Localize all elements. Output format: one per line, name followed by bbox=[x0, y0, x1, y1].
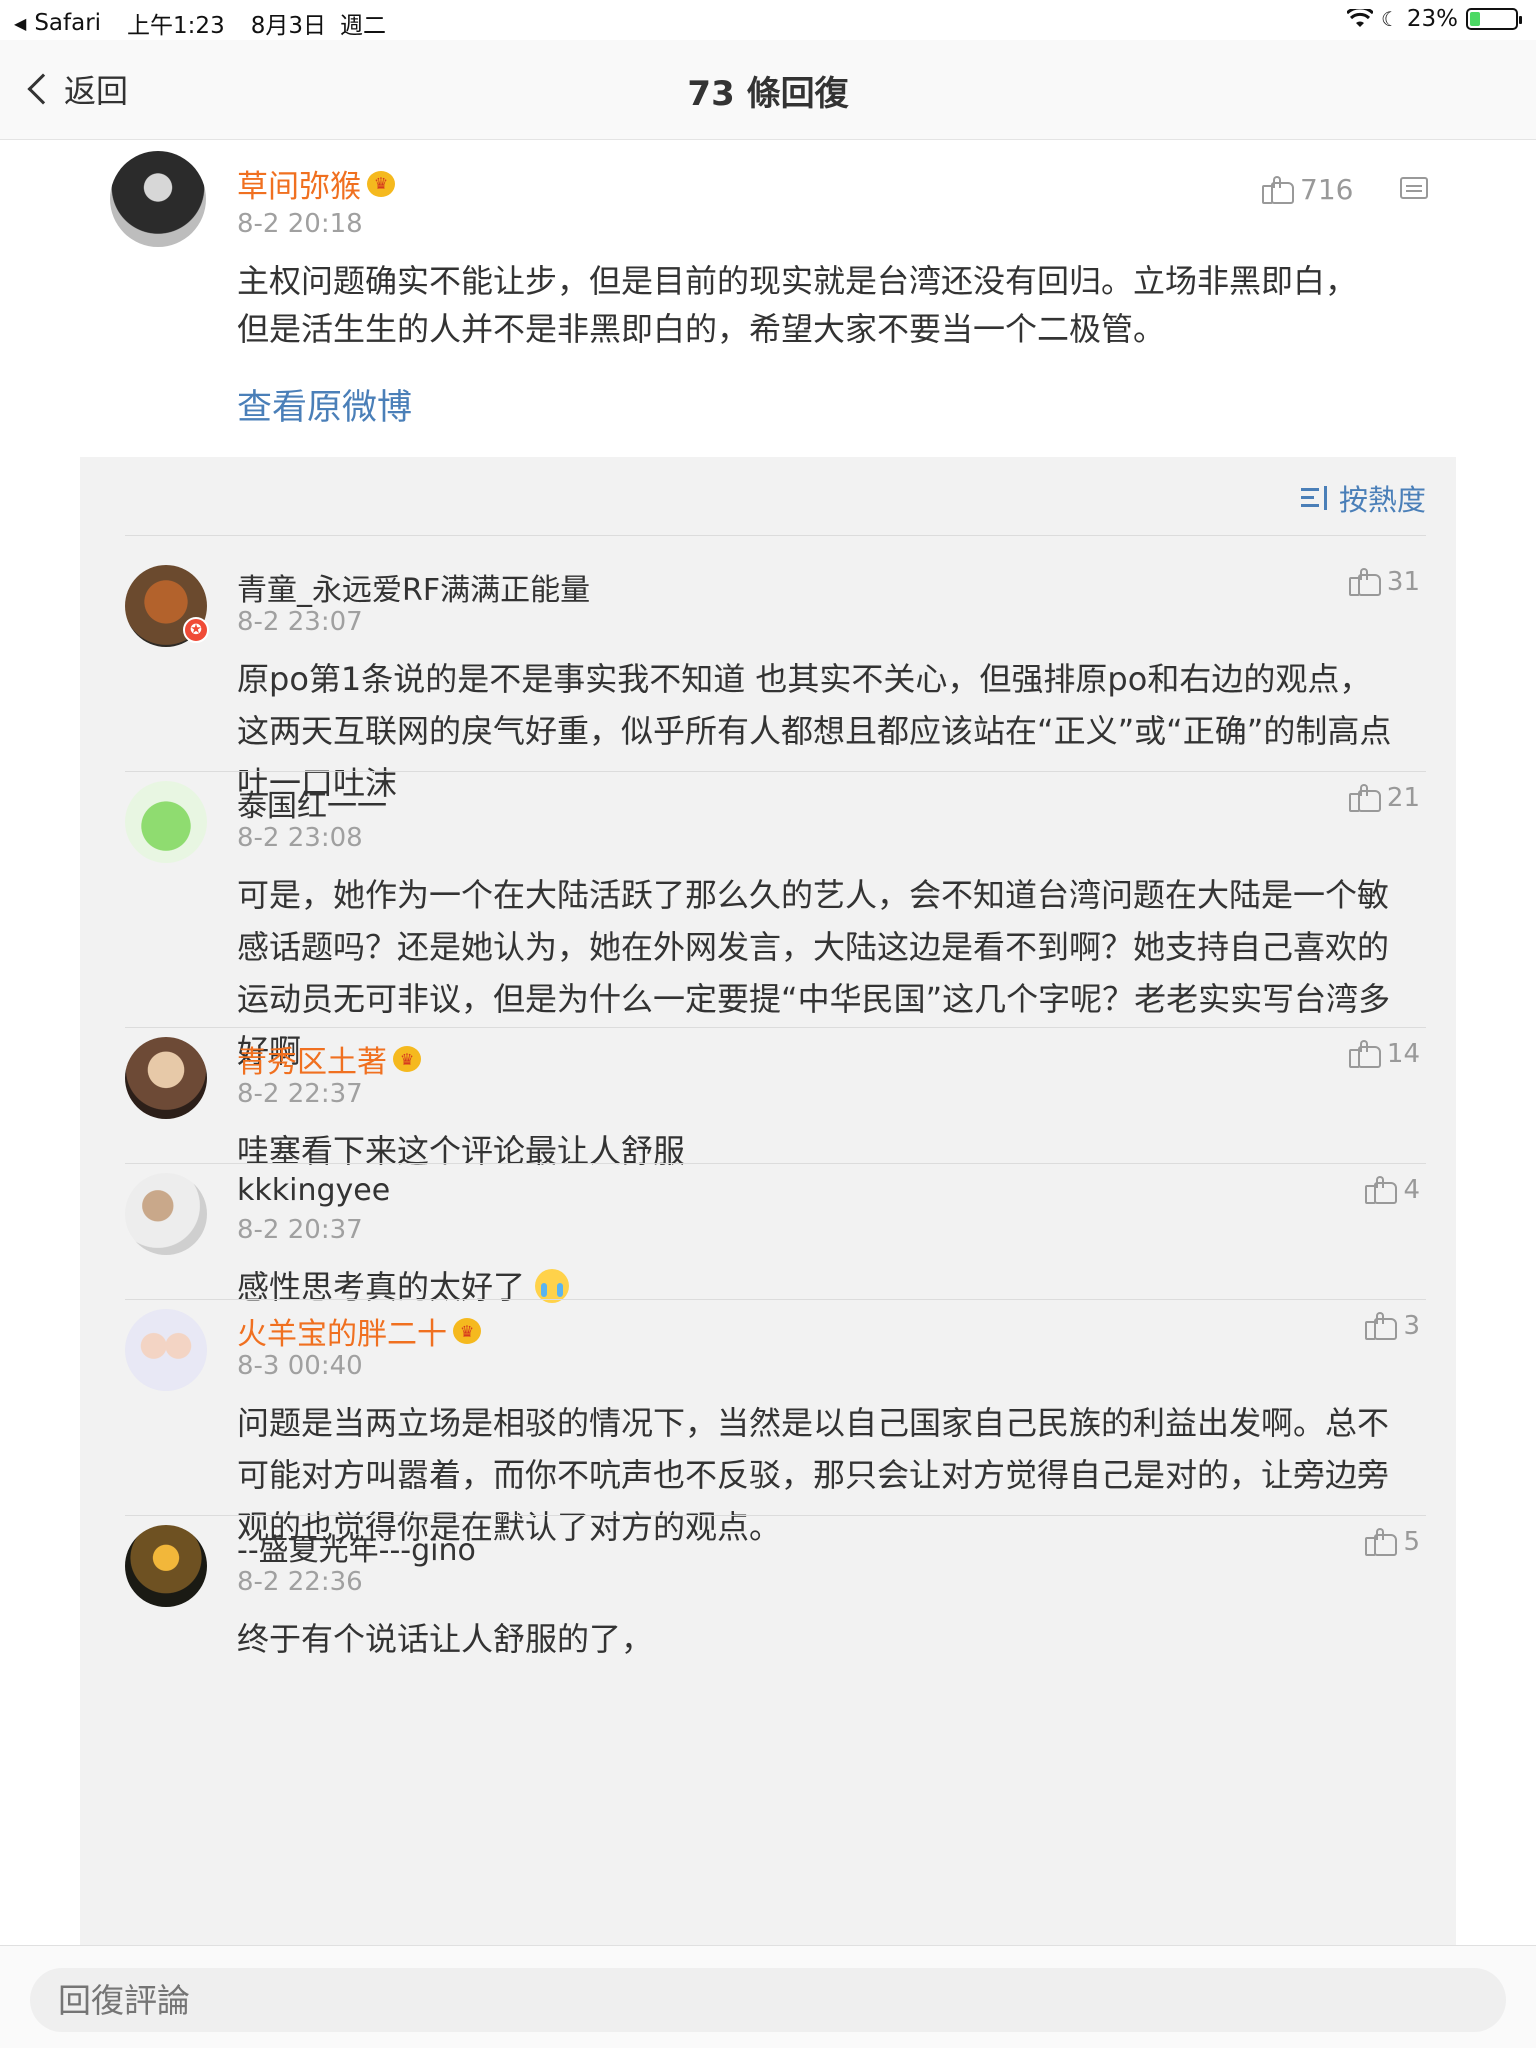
list-item: --盛夏光年---gino 8-2 22:36 5 终于有个说话让人舒服的了， bbox=[125, 1517, 1426, 1677]
comment-author[interactable]: 火羊宝的胖二十 ♛ bbox=[237, 1309, 481, 1353]
comment-time: 8-3 00:40 bbox=[237, 1351, 363, 1381]
divider bbox=[125, 1027, 1426, 1028]
comment-author[interactable]: --盛夏光年---gino bbox=[237, 1525, 476, 1569]
thumb-up-icon bbox=[1365, 1176, 1398, 1204]
thumb-up-icon bbox=[1365, 1528, 1398, 1556]
like-button[interactable]: 14 bbox=[1348, 1039, 1420, 1069]
comment-time: 8-2 22:37 bbox=[237, 1079, 363, 1109]
reply-bar bbox=[0, 1945, 1536, 2048]
comment-body: 终于有个说话让人舒服的了， bbox=[237, 1620, 654, 1658]
avatar[interactable] bbox=[110, 151, 206, 247]
reply-input[interactable] bbox=[30, 1968, 1506, 2032]
wifi-icon bbox=[1346, 9, 1373, 27]
list-item: ✪ 青童_永远爱RF满满正能量 8-2 23:07 31 原po第1条说的是不是… bbox=[125, 557, 1426, 802]
thumb-up-icon bbox=[1348, 1040, 1381, 1068]
divider bbox=[125, 1515, 1426, 1516]
like-count: 3 bbox=[1403, 1311, 1420, 1341]
sort-button[interactable]: 按熱度 bbox=[1300, 477, 1426, 519]
comment-time: 8-2 20:37 bbox=[237, 1215, 363, 1245]
avatar[interactable] bbox=[125, 1309, 207, 1391]
comment-author[interactable]: 青童_永远爱RF满满正能量 bbox=[237, 565, 590, 609]
like-count: 14 bbox=[1386, 1039, 1420, 1069]
like-count: 716 bbox=[1300, 173, 1354, 206]
thumb-up-icon bbox=[1348, 568, 1381, 596]
crown-icon: ♛ bbox=[453, 1318, 481, 1344]
comment-author[interactable]: 青秀区土著 ♛ bbox=[237, 1037, 421, 1081]
like-count: 4 bbox=[1403, 1175, 1420, 1205]
thumb-up-icon bbox=[1348, 784, 1381, 812]
status-bar-left: ◀ Safari 上午1:23 8月3日 週二 bbox=[14, 6, 386, 40]
avatar[interactable] bbox=[125, 1173, 207, 1255]
comment-icon[interactable] bbox=[1400, 177, 1428, 199]
moon-icon: ☾ bbox=[1380, 7, 1399, 31]
like-button[interactable]: 5 bbox=[1365, 1527, 1420, 1557]
status-app-name[interactable]: Safari bbox=[34, 10, 101, 36]
crown-icon: ♛ bbox=[367, 170, 395, 197]
list-item: kkkingyee 8-2 20:37 4 感性思考真的太好了 bbox=[125, 1165, 1426, 1306]
back-to-app-icon[interactable]: ◀ bbox=[14, 14, 26, 33]
battery-icon bbox=[1466, 8, 1522, 30]
page-title: 73 條回復 bbox=[687, 74, 849, 114]
comment-author[interactable]: 泰国红一一 bbox=[237, 781, 387, 825]
battery-percent: 23% bbox=[1406, 6, 1458, 32]
status-weekday: 週二 bbox=[339, 13, 386, 39]
divider bbox=[125, 771, 1426, 772]
sort-icon bbox=[1300, 486, 1329, 510]
status-bar-right: ☾ 23% bbox=[1346, 6, 1522, 32]
like-count: 5 bbox=[1403, 1527, 1420, 1557]
author-name-text: 草间弥猴 bbox=[237, 169, 361, 205]
status-date: 8月3日 bbox=[250, 13, 326, 39]
status-bar: ◀ Safari 上午1:23 8月3日 週二 ☾ 23% bbox=[0, 0, 1536, 40]
comment-time: 8-2 23:07 bbox=[237, 607, 363, 637]
comment-time: 8-2 23:08 bbox=[237, 823, 363, 853]
thumb-up-icon bbox=[1365, 1312, 1398, 1340]
status-time: 上午1:23 bbox=[127, 13, 225, 39]
crying-emoji-icon bbox=[535, 1269, 570, 1303]
like-button[interactable]: 3 bbox=[1365, 1311, 1420, 1341]
divider bbox=[125, 535, 1426, 536]
comment-author[interactable]: kkkingyee bbox=[237, 1173, 390, 1208]
avatar[interactable] bbox=[125, 781, 207, 863]
avatar[interactable] bbox=[125, 1525, 207, 1607]
list-item: 泰国红一一 8-2 23:08 21 可是，她作为一个在大陆活跃了那么久的艺人，… bbox=[125, 773, 1426, 1070]
like-button[interactable]: 4 bbox=[1365, 1175, 1420, 1205]
comment-time: 8-2 22:36 bbox=[237, 1567, 363, 1597]
list-item: 火羊宝的胖二十 ♛ 8-3 00:40 3 问题是当两立场是相驳的情况下，当然是… bbox=[125, 1301, 1426, 1546]
like-button[interactable]: 21 bbox=[1348, 783, 1420, 813]
crown-icon: ♛ bbox=[393, 1046, 421, 1072]
comment-author-text: 青秀区土著 bbox=[237, 1045, 387, 1080]
divider bbox=[125, 1163, 1426, 1164]
comment-author-text: 火羊宝的胖二十 bbox=[237, 1317, 447, 1352]
like-count: 21 bbox=[1386, 783, 1420, 813]
post-time: 8-2 20:18 bbox=[237, 209, 363, 239]
view-original-link[interactable]: 查看原微博 bbox=[237, 379, 412, 430]
thumb-up-icon bbox=[1262, 175, 1294, 204]
list-item: 青秀区土著 ♛ 8-2 22:37 14 哇塞看下来这个评论最让人舒服 bbox=[125, 1029, 1426, 1170]
divider bbox=[125, 1299, 1426, 1300]
like-button[interactable]: 716 bbox=[1262, 173, 1353, 206]
nav-bar: 返回 73 條回復 bbox=[0, 40, 1536, 140]
like-button[interactable]: 31 bbox=[1348, 567, 1420, 597]
replies-panel: 按熱度 ✪ 青童_永远爱RF满满正能量 8-2 23:07 31 原po第1条说… bbox=[80, 457, 1456, 1945]
verified-badge-icon: ✪ bbox=[183, 617, 209, 643]
sort-label: 按熱度 bbox=[1338, 483, 1426, 517]
avatar[interactable] bbox=[125, 1037, 207, 1119]
original-comment: 草间弥猴 ♛ 8-2 20:18 716 主权问题确实不能让步，但是目前的现实就… bbox=[0, 141, 1536, 457]
author-name[interactable]: 草间弥猴 ♛ bbox=[237, 161, 395, 206]
like-count: 31 bbox=[1386, 567, 1420, 597]
post-body: 主权问题确实不能让步，但是目前的现实就是台湾还没有回归。立场非黑即白，但是活生生… bbox=[237, 262, 1358, 348]
